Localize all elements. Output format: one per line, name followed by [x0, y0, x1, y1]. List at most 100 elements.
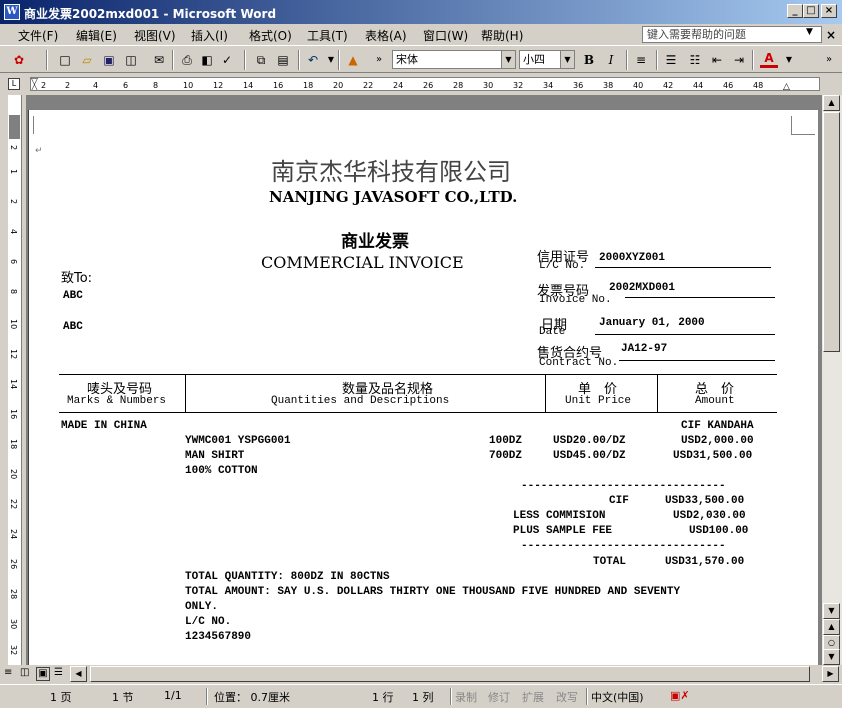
- email-icon[interactable]: ✉: [150, 51, 168, 69]
- scroll-right-icon[interactable]: ▶: [822, 666, 839, 682]
- font-color-dropdown-icon[interactable]: ▼: [780, 51, 798, 69]
- status-extend[interactable]: 扩展: [522, 689, 544, 705]
- item-amount: USD2,000.00: [681, 435, 754, 447]
- date-value: January 01, 2000: [599, 317, 705, 329]
- menu-tools[interactable]: 工具(T): [307, 27, 348, 44]
- menu-edit[interactable]: 编辑(E): [76, 27, 117, 44]
- toolbar-options-icon[interactable]: »: [820, 51, 838, 69]
- scroll-left-icon[interactable]: ◀: [70, 666, 87, 682]
- ruler-tick: 20: [9, 469, 18, 480]
- horizontal-ruler[interactable]: L 2 2 4 6 8 10 12 14 16 18 20 22 24 26 2…: [0, 74, 842, 94]
- vertical-scroll-thumb[interactable]: [823, 112, 840, 352]
- to-line2: ABC: [63, 321, 83, 333]
- toolbar-options-icon[interactable]: »: [370, 51, 388, 69]
- help-dropdown-icon[interactable]: ▼: [806, 27, 813, 37]
- permission-icon[interactable]: ◫: [122, 51, 140, 69]
- item-amount: USD31,500.00: [673, 450, 753, 462]
- document-page[interactable]: ↵ 南京杰华科技有限公司 NANJING JAVASOFT CO.,LTD. 商…: [28, 110, 818, 665]
- minimize-button[interactable]: _: [787, 4, 803, 18]
- vertical-ruler[interactable]: 2 1 2 4 6 8 10 12 14 16 18 20 22 24 26 2…: [0, 95, 26, 665]
- copy-icon[interactable]: ⧉: [252, 51, 270, 69]
- new-document-icon[interactable]: □: [56, 51, 74, 69]
- ruler-tick: 28: [9, 589, 18, 600]
- increase-indent-icon[interactable]: ⇥: [730, 51, 748, 69]
- right-indent-icon[interactable]: △: [783, 82, 790, 90]
- lc-no-label: L/C NO.: [185, 616, 232, 628]
- help-search-input[interactable]: 键入需要帮助的问题: [642, 26, 822, 43]
- maximize-button[interactable]: □: [803, 4, 819, 18]
- menu-window[interactable]: 窗口(W): [423, 27, 468, 44]
- next-page-icon[interactable]: ▼: [823, 649, 840, 665]
- word-icon: W: [4, 4, 20, 20]
- previous-page-icon[interactable]: ▲: [823, 619, 840, 635]
- font-size-select[interactable]: 小四 ▼: [519, 50, 575, 69]
- lc-value: 2000XYZ001: [599, 252, 666, 264]
- research-icon[interactable]: ✿: [10, 51, 28, 69]
- ruler-tick: 18: [303, 81, 314, 90]
- document-area[interactable]: ↵ 南京杰华科技有限公司 NANJING JAVASOFT CO.,LTD. 商…: [26, 95, 822, 665]
- print-view-icon[interactable]: ▣: [36, 667, 50, 681]
- scroll-up-icon[interactable]: ▲: [823, 95, 840, 111]
- menu-insert[interactable]: 插入(I): [191, 27, 228, 44]
- menu-file[interactable]: 文件(F): [18, 27, 58, 44]
- web-view-icon[interactable]: ◫: [20, 667, 29, 678]
- document-close-icon[interactable]: ×: [826, 28, 836, 42]
- italic-button[interactable]: I: [602, 51, 620, 69]
- tab-stop-icon[interactable]: L: [8, 78, 20, 90]
- vertical-scrollbar[interactable]: ▲ ▼ ▲ ○ ▼: [822, 95, 842, 665]
- lc-no-value: 1234567890: [185, 631, 252, 643]
- bold-button[interactable]: B: [580, 51, 598, 69]
- toolbar-separator: [244, 50, 246, 70]
- invoice-title-cn: 商业发票: [341, 232, 409, 252]
- ruler-tick: 8: [9, 289, 18, 295]
- spelling-status-icon[interactable]: ▣✗: [670, 689, 690, 702]
- status-page: 1 页: [50, 691, 72, 704]
- ruler-tick: 12: [9, 349, 18, 360]
- align-center-icon[interactable]: ≡: [632, 51, 650, 69]
- bullets-icon[interactable]: ☷: [686, 51, 704, 69]
- status-track-changes[interactable]: 修订: [488, 689, 510, 705]
- top-margin-marker[interactable]: [9, 115, 20, 139]
- undo-icon[interactable]: ↶: [304, 51, 322, 69]
- left-indent-icon[interactable]: △: [31, 83, 38, 90]
- ruler-tick: 26: [423, 81, 434, 90]
- outline-view-icon[interactable]: ☰: [54, 667, 63, 678]
- status-overtype[interactable]: 改写: [556, 689, 578, 705]
- chevron-down-icon[interactable]: ▼: [501, 51, 515, 68]
- save-icon[interactable]: ▣: [100, 51, 118, 69]
- spelling-icon[interactable]: ✓: [218, 51, 236, 69]
- chevron-down-icon[interactable]: ▼: [560, 51, 574, 68]
- less-label: LESS COMMISION: [513, 510, 606, 522]
- ruler-tick: 1: [9, 169, 18, 175]
- font-name-select[interactable]: 宋体 ▼: [392, 50, 516, 69]
- normal-view-icon[interactable]: ≡: [4, 667, 12, 678]
- drawing-icon[interactable]: ▲: [344, 51, 362, 69]
- amount-header-en: Amount: [695, 395, 735, 407]
- print-icon[interactable]: ⎙: [178, 51, 196, 69]
- date-underline: [595, 334, 775, 335]
- close-button[interactable]: ×: [821, 4, 837, 18]
- scroll-down-icon[interactable]: ▼: [823, 603, 840, 619]
- menu-table[interactable]: 表格(A): [365, 27, 407, 44]
- ruler-tick: 8: [153, 81, 159, 90]
- paste-icon[interactable]: ▤: [274, 51, 292, 69]
- menu-format[interactable]: 格式(O): [249, 27, 292, 44]
- menu-help[interactable]: 帮助(H): [481, 27, 523, 44]
- paragraph-mark: ↵: [35, 146, 43, 156]
- ruler-tick: 30: [9, 619, 18, 630]
- open-folder-icon[interactable]: ▱: [78, 51, 96, 69]
- table-column-divider: [657, 374, 658, 412]
- horizontal-scroll-thumb[interactable]: [90, 666, 810, 682]
- total-label: TOTAL: [593, 556, 627, 568]
- menu-view[interactable]: 视图(V): [134, 27, 176, 44]
- status-record[interactable]: 录制: [455, 689, 477, 705]
- print-preview-icon[interactable]: ◧: [198, 51, 216, 69]
- decrease-indent-icon[interactable]: ⇤: [708, 51, 726, 69]
- contract-value: JA12-97: [621, 343, 668, 355]
- horizontal-scrollbar[interactable]: ≡ ◫ ▣ ☰ ◀ ▶: [0, 665, 842, 683]
- numbering-icon[interactable]: ☰: [662, 51, 680, 69]
- cif-label: CIF: [609, 495, 629, 507]
- table-column-divider: [185, 374, 186, 412]
- status-column: 1 列: [412, 691, 434, 704]
- font-color-button[interactable]: A: [760, 51, 778, 68]
